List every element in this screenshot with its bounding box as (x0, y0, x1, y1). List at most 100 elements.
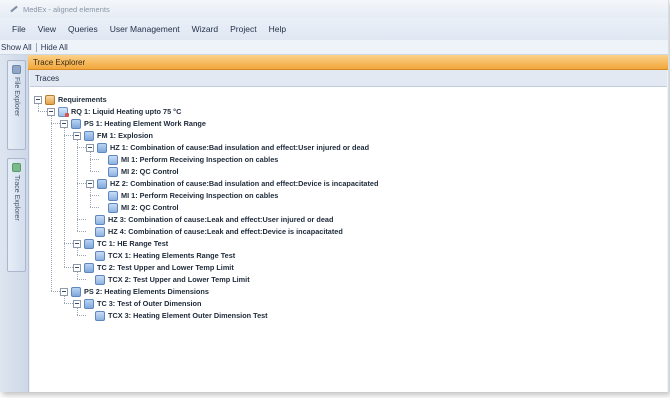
tree-node[interactable]: HZ 4: Combination of cause:Leak and effe… (86, 226, 343, 237)
tree-node-label: TCX 3: Heating Element Outer Dimension T… (108, 311, 268, 320)
show-all-button[interactable]: Show All (0, 43, 35, 52)
menu-bar: File View Queries User Management Wizard… (0, 18, 668, 40)
tree-node-label: HZ 4: Combination of cause:Leak and effe… (108, 227, 343, 236)
trace-explorer-header: Trace Explorer (28, 55, 668, 70)
tree-connector (77, 255, 86, 256)
collapse-toggle-icon[interactable] (73, 239, 81, 248)
tree-node-label: MI 1: Perform Receiving Inspection on ca… (121, 191, 279, 200)
tree-connector (77, 308, 78, 315)
tree-connector (64, 128, 65, 267)
tree-node[interactable]: TC 2: Test Upper and Lower Temp Limit (73, 262, 234, 273)
leaf-icon (108, 166, 118, 177)
menu-help[interactable]: Help (263, 24, 292, 34)
trace-tree: Requirements RQ 1: Liquid Heating upto 75… (30, 87, 667, 392)
collapse-toggle-icon[interactable] (47, 107, 55, 116)
app-icon (9, 4, 19, 14)
tree-node[interactable]: MI 1: Perform Receiving Inspection on ca… (99, 154, 278, 165)
tree-node[interactable]: PS 2: Heating Elements Dimensions (60, 286, 209, 297)
panel-title: Trace Explorer (33, 57, 86, 67)
tree-node-label: MI 2: QC Control (121, 203, 179, 212)
tree-connector (77, 279, 86, 280)
tree-node-label: Requirements (58, 95, 107, 104)
requirements-folder-icon (45, 94, 55, 105)
tree-node[interactable]: HZ 2: Combination of cause:Bad insulatio… (86, 178, 378, 189)
trace-explorer-tab-label: Trace Explorer (13, 175, 20, 221)
tree-node-label: HZ 2: Combination of cause:Bad insulatio… (110, 179, 379, 188)
tree-node[interactable]: TC 1: HE Range Test (73, 238, 168, 249)
collapse-toggle-icon[interactable] (60, 119, 68, 128)
menu-file[interactable]: File (6, 24, 32, 34)
collapse-toggle-icon[interactable] (73, 299, 81, 308)
collapse-toggle-icon[interactable] (86, 179, 94, 188)
hide-all-button[interactable]: Hide All (38, 43, 71, 52)
tree-node-label: MI 1: Perform Receiving Inspection on ca… (121, 155, 279, 164)
tree-node[interactable]: MI 1: Perform Receiving Inspection on ca… (99, 190, 278, 201)
leaf-icon (108, 202, 118, 213)
tree-connector (77, 183, 86, 184)
leaf-icon (108, 154, 118, 165)
title-bar: MedEx - aligned elements (0, 0, 668, 18)
tree-node-label: MI 2: QC Control (121, 167, 179, 176)
tree-node-label: TCX 2: Test Upper and Lower Temp Limit (108, 275, 250, 284)
menu-user-management[interactable]: User Management (104, 24, 186, 34)
menu-project[interactable]: Project (224, 24, 262, 34)
traces-header: Traces (30, 70, 667, 87)
menu-view[interactable]: View (32, 24, 62, 34)
file-explorer-tab-label: File Explorer (13, 77, 20, 117)
tree-connector (77, 219, 86, 220)
collapse-toggle-icon[interactable] (73, 263, 81, 272)
tree-connector (90, 171, 99, 172)
tree-connector (77, 315, 86, 316)
tree-node[interactable]: TCX 2: Test Upper and Lower Temp Limit (86, 274, 250, 285)
tree-node-label: TC 2: Test Upper and Lower Temp Limit (97, 263, 234, 272)
tree-connector (64, 135, 73, 136)
node-icon (71, 118, 81, 129)
collapse-toggle-icon[interactable] (34, 95, 42, 104)
menu-queries[interactable]: Queries (62, 24, 104, 34)
tree-node[interactable]: MI 2: QC Control (99, 202, 179, 213)
tree-connector (77, 140, 78, 231)
collapse-toggle-icon[interactable] (60, 287, 68, 296)
tree-node-label: PS 2: Heating Elements Dimensions (84, 287, 209, 296)
tree-node[interactable]: FM 1: Explosion (73, 130, 153, 141)
tree-node-label: HZ 1: Combination of cause:Bad insulatio… (110, 143, 370, 152)
file-explorer-tab[interactable]: File Explorer (7, 60, 26, 150)
node-icon (97, 178, 107, 189)
tree-connector (64, 296, 65, 303)
tree-node[interactable]: TCX 3: Heating Element Outer Dimension T… (86, 310, 268, 321)
tree-node[interactable]: TC 3: Test of Outer Dimension (73, 298, 201, 309)
tree-node-label: FM 1: Explosion (97, 131, 153, 140)
tree-connector (90, 152, 91, 171)
node-icon (84, 130, 94, 141)
requirement-icon (58, 106, 69, 117)
menu-wizard[interactable]: Wizard (186, 24, 224, 34)
node-icon (84, 238, 94, 249)
tree-node[interactable]: PS 1: Heating Element Work Range (60, 118, 206, 129)
tree-node[interactable]: HZ 1: Combination of cause:Bad insulatio… (86, 142, 369, 153)
tree-node-label: HZ 3: Combination of cause:Leak and effe… (108, 215, 334, 224)
tree-connector (51, 291, 60, 292)
collapse-toggle-icon[interactable] (73, 131, 81, 140)
node-icon (97, 142, 107, 153)
tree-connector (51, 116, 52, 291)
tree-node[interactable]: TCX 1: Heating Elements Range Test (86, 250, 235, 261)
tree-connector (64, 243, 73, 244)
tree-node[interactable]: HZ 3: Combination of cause:Leak and effe… (86, 214, 333, 225)
tree-node[interactable]: RQ 1: Liquid Heating upto 75 °C (47, 106, 181, 117)
tree-connector (38, 111, 47, 112)
tree-node[interactable]: Requirements (34, 94, 107, 105)
trace-explorer-tab[interactable]: Trace Explorer (7, 158, 26, 272)
trace-explorer-icon (12, 163, 21, 172)
collapse-toggle-icon[interactable] (86, 143, 94, 152)
node-icon (71, 286, 81, 297)
trace-tree-panel: Requirements RQ 1: Liquid Heating upto 75… (30, 87, 667, 392)
traces-title: Traces (35, 73, 60, 83)
tree-connector (64, 267, 73, 268)
tree-connector (51, 123, 60, 124)
window-title: MedEx - aligned elements (23, 4, 110, 14)
tree-node-label: TCX 1: Heating Elements Range Test (108, 251, 236, 260)
tree-node[interactable]: MI 2: QC Control (99, 166, 179, 177)
leaf-icon (108, 190, 118, 201)
leaf-icon (95, 226, 105, 237)
leaf-icon (95, 250, 105, 261)
